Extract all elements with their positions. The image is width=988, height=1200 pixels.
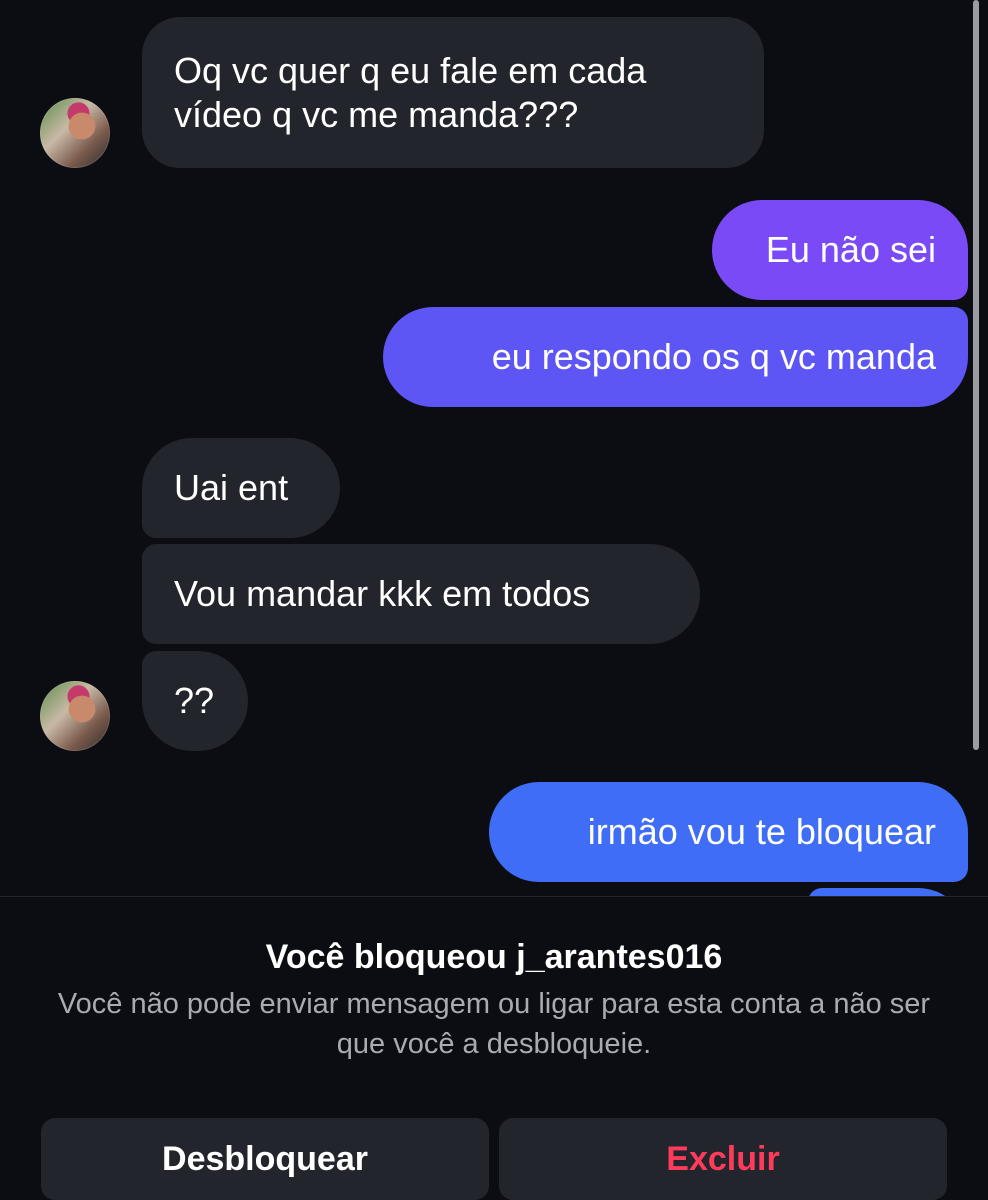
contact-avatar[interactable]: [40, 681, 110, 751]
message-text: Eu não sei: [765, 229, 936, 270]
message-text: irmão vou te bloquear: [587, 811, 936, 852]
message-text-line: vídeo q vc me manda???: [174, 93, 579, 135]
unblock-button-label: Desbloquear: [162, 1139, 368, 1178]
outgoing-message: Eu não sei: [712, 200, 968, 300]
message-text: eu respondo os q vc manda: [491, 336, 936, 377]
delete-button[interactable]: Excluir: [499, 1118, 947, 1200]
incoming-message: Uai ent: [142, 438, 340, 538]
incoming-message: ??: [142, 651, 248, 751]
blocked-title: Você bloqueou j_arantes016: [265, 938, 723, 976]
outgoing-message-partial: [808, 888, 968, 896]
message-text-line: Oq vc quer q eu fale em cada: [174, 49, 647, 91]
delete-button-label: Excluir: [666, 1139, 780, 1178]
incoming-message: Vou mandar kkk em todos: [142, 544, 700, 644]
message-thread: Oq vc quer q eu fale em cada vídeo q vc …: [0, 0, 988, 896]
unblock-button[interactable]: Desbloquear: [41, 1118, 489, 1200]
outgoing-message: irmão vou te bloquear: [489, 782, 968, 882]
contact-avatar[interactable]: [40, 98, 110, 168]
message-text: Uai ent: [174, 467, 289, 508]
outgoing-message: eu respondo os q vc manda: [383, 307, 968, 407]
blocked-description: Você não pode enviar mensagem ou ligar p…: [57, 988, 931, 1060]
message-text: ??: [174, 680, 215, 721]
message-text: Vou mandar kkk em todos: [174, 573, 591, 614]
scrollbar[interactable]: [973, 0, 979, 750]
incoming-message: Oq vc quer q eu fale em cada vídeo q vc …: [142, 17, 764, 168]
